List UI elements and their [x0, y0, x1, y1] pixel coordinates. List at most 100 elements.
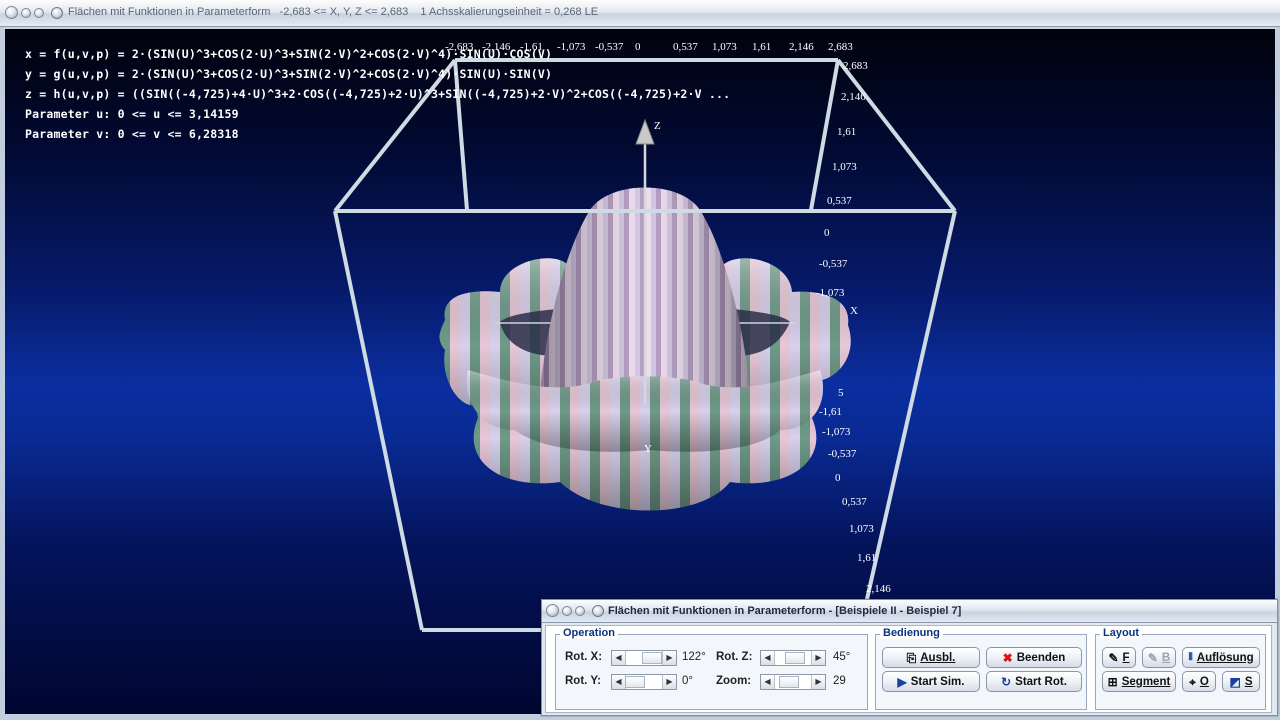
main-window-title: Flächen mit Funktionen in Parameterform …	[68, 6, 598, 18]
s-label: S	[1244, 675, 1253, 688]
rot-x-scrollbar[interactable]: ◀ ▶	[611, 650, 677, 666]
color-f-button[interactable]: ✎ F	[1102, 647, 1136, 668]
beenden-button[interactable]: ✖ Beenden	[986, 647, 1082, 668]
segment-button[interactable]: ⊞ Segment	[1102, 671, 1176, 692]
segment-label: Segment	[1121, 675, 1171, 688]
tick-top: 0	[635, 41, 641, 53]
hide-icon: ⎘	[906, 650, 917, 665]
axis-label-x: X	[850, 305, 858, 317]
s-button[interactable]: ◩ S	[1222, 671, 1260, 692]
tick-z: 2,683	[843, 60, 868, 72]
tick-y: 1,073	[849, 523, 874, 535]
tick-top: 2,146	[789, 41, 814, 53]
f-label: F	[1122, 651, 1130, 664]
tick-z: 1,61	[837, 126, 857, 138]
rot-x-thumb[interactable]	[642, 652, 662, 664]
zoom-value: 29	[833, 675, 846, 687]
tick-y: 0,537	[842, 496, 867, 508]
rot-x-label: Rot. X:	[565, 651, 603, 663]
rot-z-thumb[interactable]	[785, 652, 805, 664]
tick-top: 1,61	[752, 41, 772, 53]
zoom-thumb[interactable]	[779, 676, 799, 688]
brush-icon: ✎	[1108, 650, 1119, 665]
control-title-bar: Flächen mit Funktionen in Parameterform …	[542, 600, 1277, 623]
bedienung-group: Bedienung ⎘ Ausbl. ✖ Beenden ▶ Start Sim. ↻…	[875, 627, 1087, 710]
tick-y: 0	[835, 472, 841, 484]
rot-y-label: Rot. Y:	[565, 675, 601, 687]
zoom-scrollbar[interactable]: ◀ ▶	[760, 674, 826, 690]
chevron-left-icon[interactable]: ◀	[761, 651, 775, 665]
chevron-right-icon[interactable]: ▶	[811, 675, 825, 689]
tick-top: -2,683	[445, 41, 474, 53]
beenden-label: Beenden	[1016, 651, 1066, 664]
chevron-left-icon[interactable]: ◀	[612, 675, 626, 689]
color-b-button[interactable]: ✎ B	[1142, 647, 1176, 668]
axis-label-y: Y	[644, 443, 652, 455]
aufloesung-label: Auflösung	[1196, 651, 1254, 664]
scale-text: 1 Achsskalierungseinheit = 0,268 LE	[420, 6, 599, 18]
rot-y-value: 0°	[682, 675, 693, 687]
control-window-title: Flächen mit Funktionen in Parameterform …	[608, 605, 962, 617]
ausbl-label: Ausbl.	[920, 651, 956, 664]
chevron-right-icon[interactable]: ▶	[811, 651, 825, 665]
chevron-left-icon[interactable]: ◀	[612, 651, 626, 665]
tick-top: -1,073	[557, 41, 586, 53]
chevron-right-icon[interactable]: ▶	[662, 675, 676, 689]
tick-z: -1,073	[816, 287, 845, 299]
range-text: -2,683 <= X, Y, Z <= 2,683	[279, 6, 409, 18]
grid-icon: ⊞	[1107, 674, 1118, 689]
tick-z: 2,146	[841, 91, 866, 103]
tick-y: 2,146	[866, 583, 891, 595]
close-icon: ✖	[1002, 650, 1013, 665]
aufloesung-button[interactable]: ⦀ Auflösung	[1182, 647, 1260, 668]
resolution-icon: ⦀	[1188, 651, 1193, 663]
tick-top: 0,537	[673, 41, 698, 53]
tick-top: 1,073	[712, 41, 737, 53]
operation-group: Operation Rot. X: ◀ ▶ 122° Rot. Z: ◀ ▶ 4…	[555, 627, 868, 710]
parameter-v: Parameter v: 0 <= v <= 6,28318	[25, 127, 239, 141]
main-title-bar: Flächen mit Funktionen in Parameterform …	[0, 0, 1280, 27]
play-icon: ▶	[897, 674, 907, 689]
axis-label-z: Z	[654, 120, 661, 132]
zoom-label: Zoom:	[716, 675, 752, 687]
bedienung-group-title: Bedienung	[880, 627, 943, 639]
brush-icon: ✎	[1147, 650, 1158, 665]
start-sim-button[interactable]: ▶ Start Sim.	[882, 671, 980, 692]
ausbl-button[interactable]: ⎘ Ausbl.	[882, 647, 980, 668]
rot-z-value: 45°	[833, 651, 851, 663]
rot-y-scrollbar[interactable]: ◀ ▶	[611, 674, 677, 690]
formula-z: z = h(u,v,p) = ((SIN((-4,725)+4·U)^3+2·C…	[25, 87, 731, 101]
layout-group: Layout ✎ F ✎ B ⦀ Auflösung ⊞ Segment ⌖ O ◩ S	[1095, 627, 1266, 710]
rotate-icon: ↻	[1001, 674, 1012, 689]
chevron-left-icon[interactable]: ◀	[761, 675, 775, 689]
rot-z-label: Rot. Z:	[716, 651, 753, 663]
rot-z-scrollbar[interactable]: ◀ ▶	[760, 650, 826, 666]
layout-group-title: Layout	[1100, 627, 1143, 639]
control-body: Operation Rot. X: ◀ ▶ 122° Rot. Z: ◀ ▶ 4…	[545, 625, 1272, 713]
operation-group-title: Operation	[560, 627, 618, 639]
control-maximize-button[interactable]	[575, 606, 585, 616]
parameter-u: Parameter u: 0 <= u <= 3,14159	[25, 107, 239, 121]
crosshair-icon: ⌖	[1189, 674, 1196, 689]
window-maximize-button[interactable]	[34, 8, 44, 18]
control-close-button[interactable]	[546, 604, 559, 617]
tick-top: -2,146	[482, 41, 511, 53]
chevron-right-icon[interactable]: ▶	[662, 651, 676, 665]
start-rot-label: Start Rot.	[1015, 675, 1067, 688]
rot-y-thumb[interactable]	[625, 676, 645, 688]
tick-y: -0,537	[828, 448, 857, 460]
origin-o-button[interactable]: ⌖ O	[1182, 671, 1216, 692]
control-minimize-button[interactable]	[562, 606, 572, 616]
window-close-button[interactable]	[5, 6, 18, 19]
tick-z: 0	[824, 227, 830, 239]
tick-y: -1,073	[822, 426, 851, 438]
tick-y: -1,61	[819, 406, 842, 418]
tick-partial: 5	[838, 387, 844, 399]
tick-y: 1,61	[857, 552, 877, 564]
window-app-icon	[51, 7, 63, 19]
window-minimize-button[interactable]	[21, 8, 31, 18]
start-rot-button[interactable]: ↻ Start Rot.	[986, 671, 1082, 692]
rot-x-value: 122°	[682, 651, 706, 663]
tick-top: -0,537	[595, 41, 624, 53]
control-app-icon	[592, 605, 604, 617]
